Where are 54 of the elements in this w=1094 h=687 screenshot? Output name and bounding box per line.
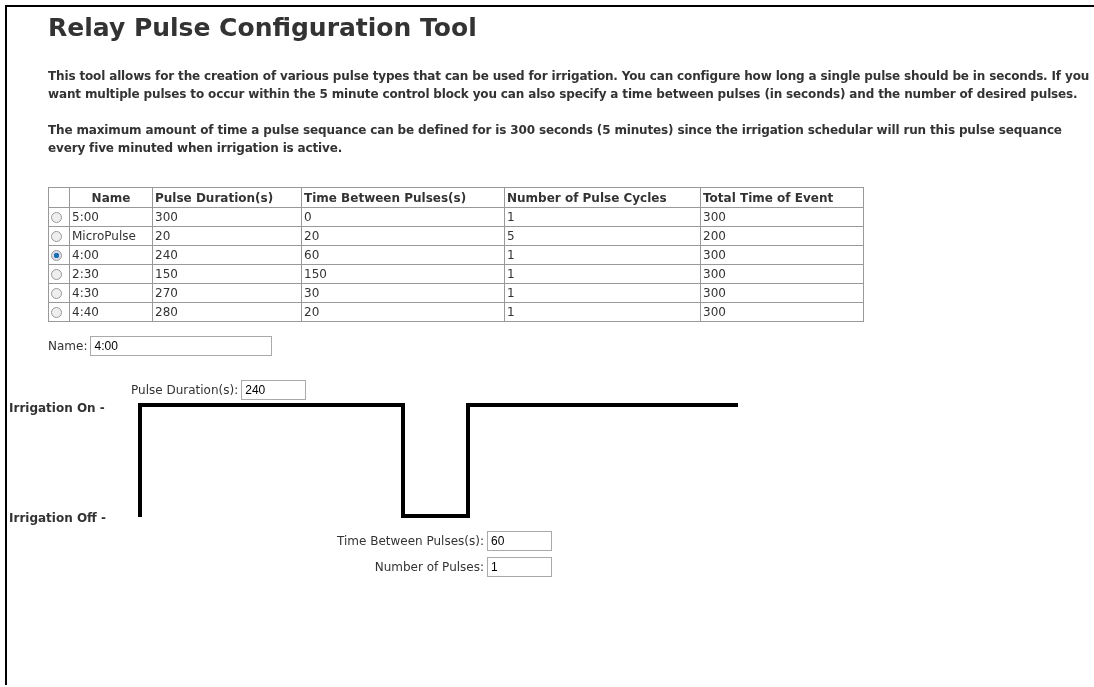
table-cell: 4:00 xyxy=(69,245,153,265)
time-between-input[interactable]: 60 xyxy=(487,531,552,551)
table-cell: 4:40 xyxy=(69,302,153,322)
page-title: Relay Pulse Configuration Tool xyxy=(48,13,478,43)
table-cell: 0 xyxy=(301,207,505,227)
radio-button[interactable] xyxy=(51,212,62,223)
table-cell: 4:30 xyxy=(69,283,153,303)
table-cell: 1 xyxy=(504,245,701,265)
table-cell: 1 xyxy=(504,264,701,284)
table-cell: 5:00 xyxy=(69,207,153,227)
column-header: Pulse Duration(s) xyxy=(152,187,302,208)
table-cell: 280 xyxy=(152,302,302,322)
radio-button[interactable] xyxy=(51,250,62,261)
radio-button[interactable] xyxy=(51,231,62,242)
table-cell: 1 xyxy=(504,302,701,322)
pulse-duration-label: Pulse Duration(s): xyxy=(131,383,239,397)
column-header: Name xyxy=(69,187,153,208)
table-cell: 20 xyxy=(301,302,505,322)
table-cell: 300 xyxy=(152,207,302,227)
name-input[interactable]: 4:00 xyxy=(90,336,273,356)
number-of-pulses-input[interactable]: 1 xyxy=(487,557,552,577)
table-cell: 1 xyxy=(504,283,701,303)
irrigation-on-label: Irrigation On - xyxy=(9,401,106,415)
table-cell: 300 xyxy=(700,207,864,227)
radio-button[interactable] xyxy=(51,269,62,280)
table-cell: 20 xyxy=(301,226,505,246)
name-label: Name: xyxy=(48,339,88,353)
description-paragraph: This tool allows for the creation of various pulse types that can be used for irrigation. You can configure how long a single pulse should be in seconds. If you want multiple pulses to occur within the 5 minute control block you can also specify a time between pulses (in seconds) and the number of desired pulses. xyxy=(48,68,1091,103)
table-cell: 300 xyxy=(700,302,864,322)
table-cell: 20 xyxy=(152,226,302,246)
table-cell: 240 xyxy=(152,245,302,265)
table-cell: 300 xyxy=(700,264,864,284)
radio-button[interactable] xyxy=(51,307,62,318)
column-header: Time Between Pulses(s) xyxy=(301,187,505,208)
pulse-duration-input[interactable]: 240 xyxy=(241,380,307,400)
number-of-pulses-label: Number of Pulses: xyxy=(374,560,484,574)
column-header: Number of Pulse Cycles xyxy=(504,187,701,208)
table-cell: 300 xyxy=(700,245,864,265)
table-cell: 1 xyxy=(504,207,701,227)
irrigation-off-label: Irrigation Off - xyxy=(9,511,107,525)
table-cell: 150 xyxy=(301,264,505,284)
table-cell: 2:30 xyxy=(69,264,153,284)
time-between-label: Time Between Pulses(s): xyxy=(337,534,484,548)
table-cell: 300 xyxy=(700,283,864,303)
radio-button[interactable] xyxy=(51,288,62,299)
column-header: Total Time of Event xyxy=(700,187,864,208)
description-paragraph: The maximum amount of time a pulse sequance can be defined for is 300 seconds (5 minutes) since the irrigation schedular will run this pulse sequance every five minuted when irrigation is active. xyxy=(48,122,1063,157)
table-cell: 5 xyxy=(504,226,701,246)
table-cell: 30 xyxy=(301,283,505,303)
table-cell: MicroPulse xyxy=(69,226,153,246)
table-cell: 150 xyxy=(152,264,302,284)
table-cell: 200 xyxy=(700,226,864,246)
table-cell: 270 xyxy=(152,283,302,303)
table-cell: 60 xyxy=(301,245,505,265)
